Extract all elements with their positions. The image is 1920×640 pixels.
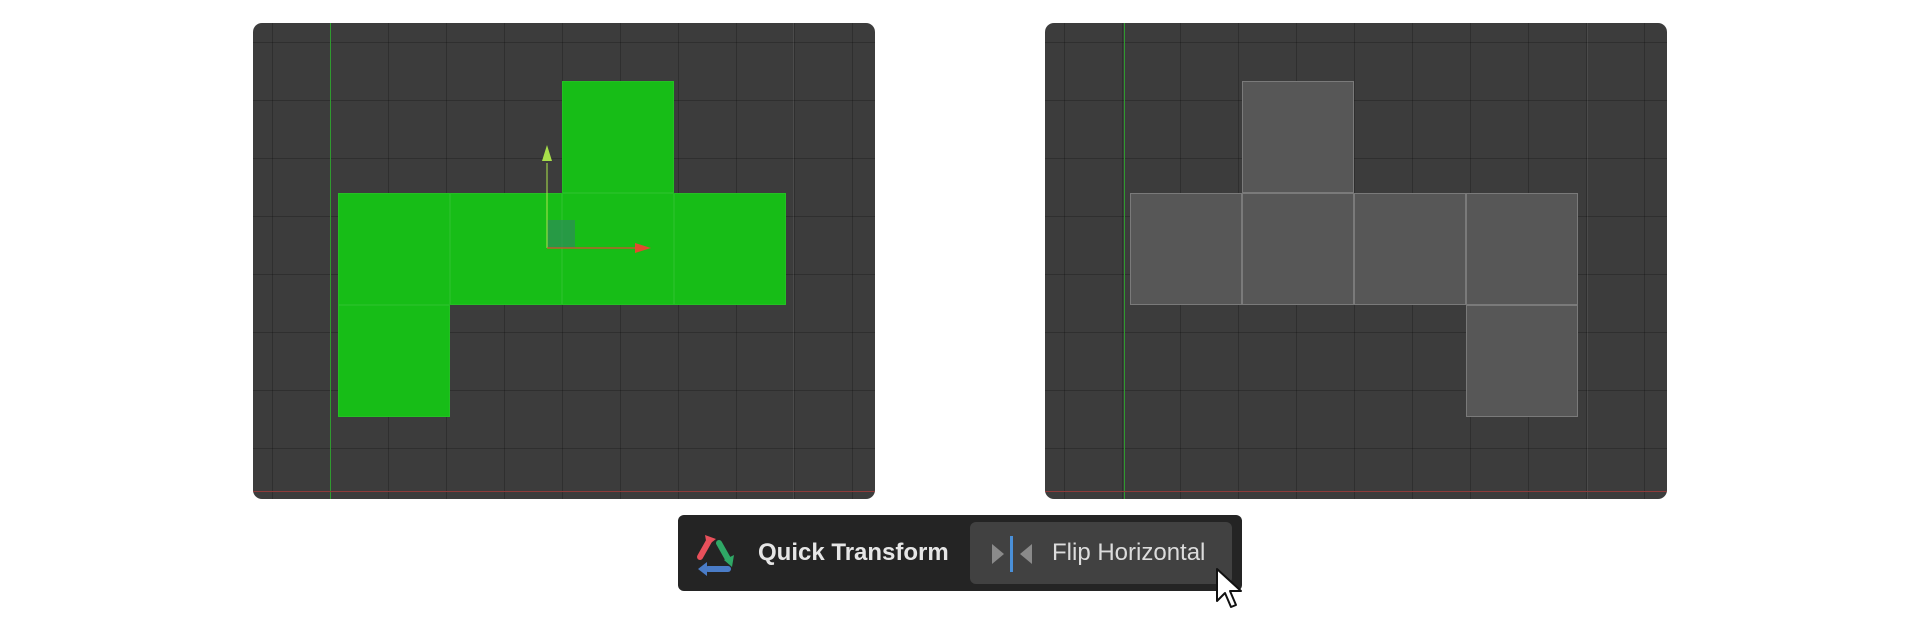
toolbar-title: Quick Transform xyxy=(758,539,949,566)
gizmo-center-handle xyxy=(547,220,575,248)
shape-cell[interactable] xyxy=(1466,305,1578,417)
transform-cycle-icon xyxy=(697,535,734,576)
gizmo-y-arrow-icon xyxy=(542,145,552,161)
viewport-before[interactable] xyxy=(253,23,875,499)
quick-transform-toolbar: Quick Transform Flip Horizontal xyxy=(678,515,1242,591)
gizmo-x-arrow-icon xyxy=(635,243,651,253)
transform-gizmo[interactable] xyxy=(253,23,875,499)
shape-cell[interactable] xyxy=(1242,193,1354,305)
flip-horizontal-icon xyxy=(992,536,1032,572)
flip-horizontal-label: Flip Horizontal xyxy=(1052,539,1206,566)
flip-horizontal-button[interactable]: Flip Horizontal xyxy=(970,522,1232,584)
shape-cell[interactable] xyxy=(1130,193,1242,305)
shape-cell[interactable] xyxy=(1466,193,1578,305)
shape-cell[interactable] xyxy=(1354,193,1466,305)
viewport-after[interactable] xyxy=(1045,23,1667,499)
viewport-guide-line xyxy=(1587,23,1588,499)
shape-cell[interactable] xyxy=(1242,81,1354,193)
stage: Quick Transform Flip Horizontal xyxy=(0,0,1920,640)
x-axis-line xyxy=(1045,491,1667,492)
mouse-cursor-icon xyxy=(1216,568,1242,608)
y-axis-line xyxy=(1124,23,1125,499)
